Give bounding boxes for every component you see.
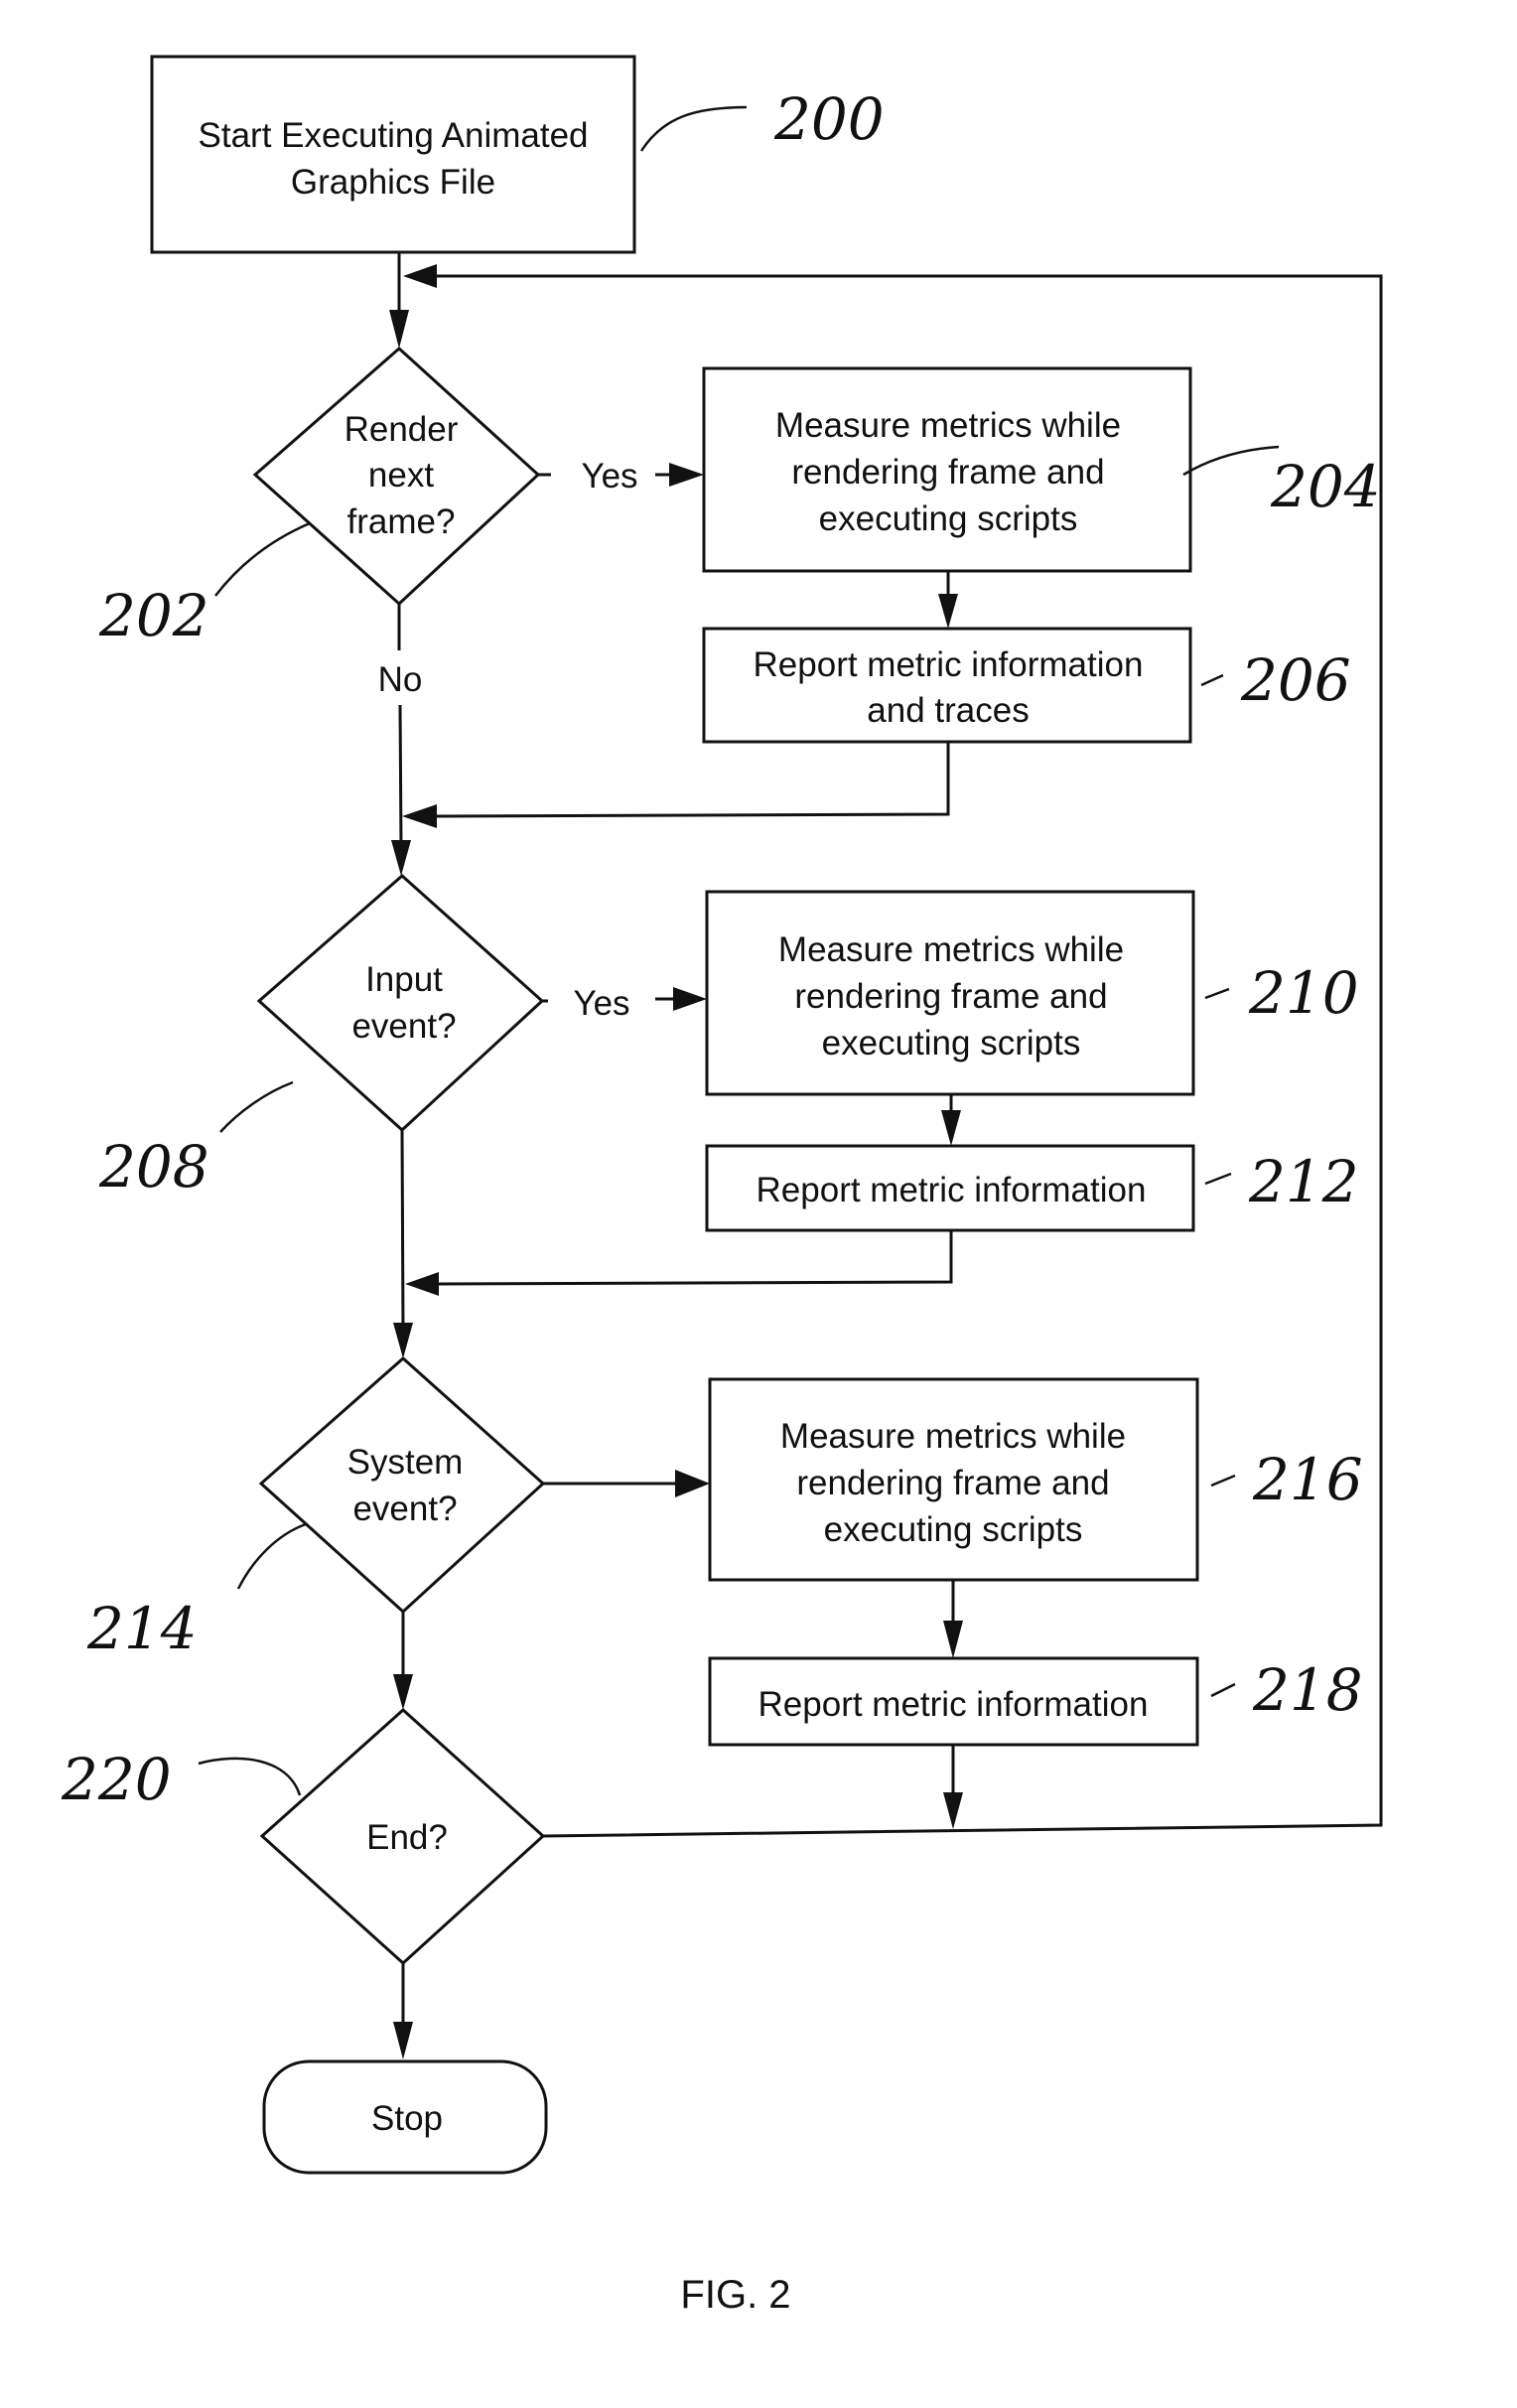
edge-208-214 [400,1129,405,1332]
arrowhead [391,840,411,876]
node-220: End? [259,1707,546,1966]
node-label-line: Measure metrics while [778,930,1124,969]
node-206: Report metric information and traces [702,627,1192,744]
arrowhead [393,1674,413,1710]
edge-label-no: No [378,660,423,699]
ref-208: 208 [98,1080,294,1201]
leader-line [1210,1474,1236,1487]
reference-numeral: 212 [1248,1148,1359,1215]
reference-numeral: 202 [98,582,209,649]
arrowhead [402,804,437,828]
edge-label-yes: Yes [573,984,629,1023]
node-label-line: rendering frame and [796,1464,1109,1502]
node-202: Render next frame? [252,346,541,607]
flowchart: Start Executing Animated Graphics File R… [61,55,1383,2317]
arrowhead [393,2022,413,2059]
node-label-line: End? [366,1818,448,1857]
arrowhead [675,1470,710,1497]
ref-220: 220 [61,1746,302,1813]
arrowhead [669,463,704,487]
leader-line [236,1522,307,1590]
reference-numeral: 204 [1270,453,1381,520]
leader-line [1210,1682,1236,1698]
leader-line [198,1757,302,1796]
node-label-line: Stop [371,2099,443,2138]
reference-numeral: 206 [1240,646,1351,714]
reference-numeral: 200 [773,85,885,153]
reference-numeral: 208 [98,1133,209,1201]
arrowhead [938,594,958,629]
reference-numeral: 220 [61,1746,172,1813]
arrowhead [403,264,437,288]
edge-206-merge [434,742,950,818]
leader-line [1204,1172,1232,1186]
arrowhead [393,1323,413,1358]
node-label-line: rendering frame and [794,977,1107,1016]
arrowhead [943,1792,963,1829]
node-label-line: next [368,456,434,495]
node-label-line: rendering frame and [791,453,1104,492]
node-216: Measure metrics while rendering frame an… [708,1377,1199,1582]
leader-line [1200,673,1224,687]
node-label-line: Measure metrics while [775,406,1121,445]
node-label-line: Input [365,960,443,999]
node-200: Start Executing Animated Graphics File [150,55,636,254]
node-label-line: Graphics File [291,163,495,202]
reference-numeral: 216 [1252,1446,1363,1513]
node-218: Report metric information [708,1656,1199,1747]
node-label-line: event? [352,1489,457,1528]
reference-numeral: 210 [1248,959,1359,1027]
ref-200: 200 [639,85,885,153]
decision-diamond [256,873,545,1133]
node-label-line: frame? [347,502,456,541]
ref-218: 218 [1210,1656,1363,1724]
leader-line [1204,987,1230,1000]
node-label-line: Start Executing Animated [199,116,589,155]
node-label-line: and traces [867,691,1029,730]
node-label-line: Report metric information [757,1171,1147,1209]
leader-line [219,1080,294,1133]
ref-206: 206 [1200,646,1351,714]
node-212: Report metric information [705,1144,1195,1232]
edge-212-merge [436,1230,953,1286]
node-208: Input event? [256,873,545,1133]
node-label-line: Report metric information [758,1685,1149,1724]
node-label-line: System [347,1443,464,1482]
leader-line [1182,445,1280,477]
node-label-line: Measure metrics while [780,1417,1126,1456]
reference-numeral: 218 [1252,1656,1363,1724]
leader-line [214,521,311,597]
arrowhead [941,1110,961,1146]
node-stop: Stop [262,2059,548,2175]
leader-line [639,105,748,152]
edge-202-no-bottom [398,704,403,850]
node-label-line: executing scripts [819,499,1078,538]
arrowhead [673,987,707,1011]
reference-numeral: 214 [86,1595,198,1662]
ref-202: 202 [98,521,311,649]
decision-diamond [258,1355,546,1615]
node-label-line: executing scripts [822,1024,1081,1062]
ref-212: 212 [1204,1148,1359,1215]
ref-210: 210 [1204,959,1359,1027]
node-214: System event? [258,1355,546,1615]
node-204: Measure metrics while rendering frame an… [702,366,1192,573]
arrowhead [389,310,409,349]
arrowhead [943,1621,963,1658]
ref-204: 204 [1182,445,1381,520]
node-210: Measure metrics while rendering frame an… [705,890,1195,1096]
ref-216: 216 [1210,1446,1363,1513]
node-label-line: event? [351,1007,456,1046]
figure-caption: FIG. 2 [680,2273,790,2317]
edge-label-yes: Yes [581,457,637,496]
node-label-line: Render [345,410,459,449]
ref-214: 214 [86,1522,307,1662]
arrowhead [405,1272,439,1296]
node-label-line: Report metric information [754,645,1144,684]
node-label-line: executing scripts [824,1510,1083,1549]
